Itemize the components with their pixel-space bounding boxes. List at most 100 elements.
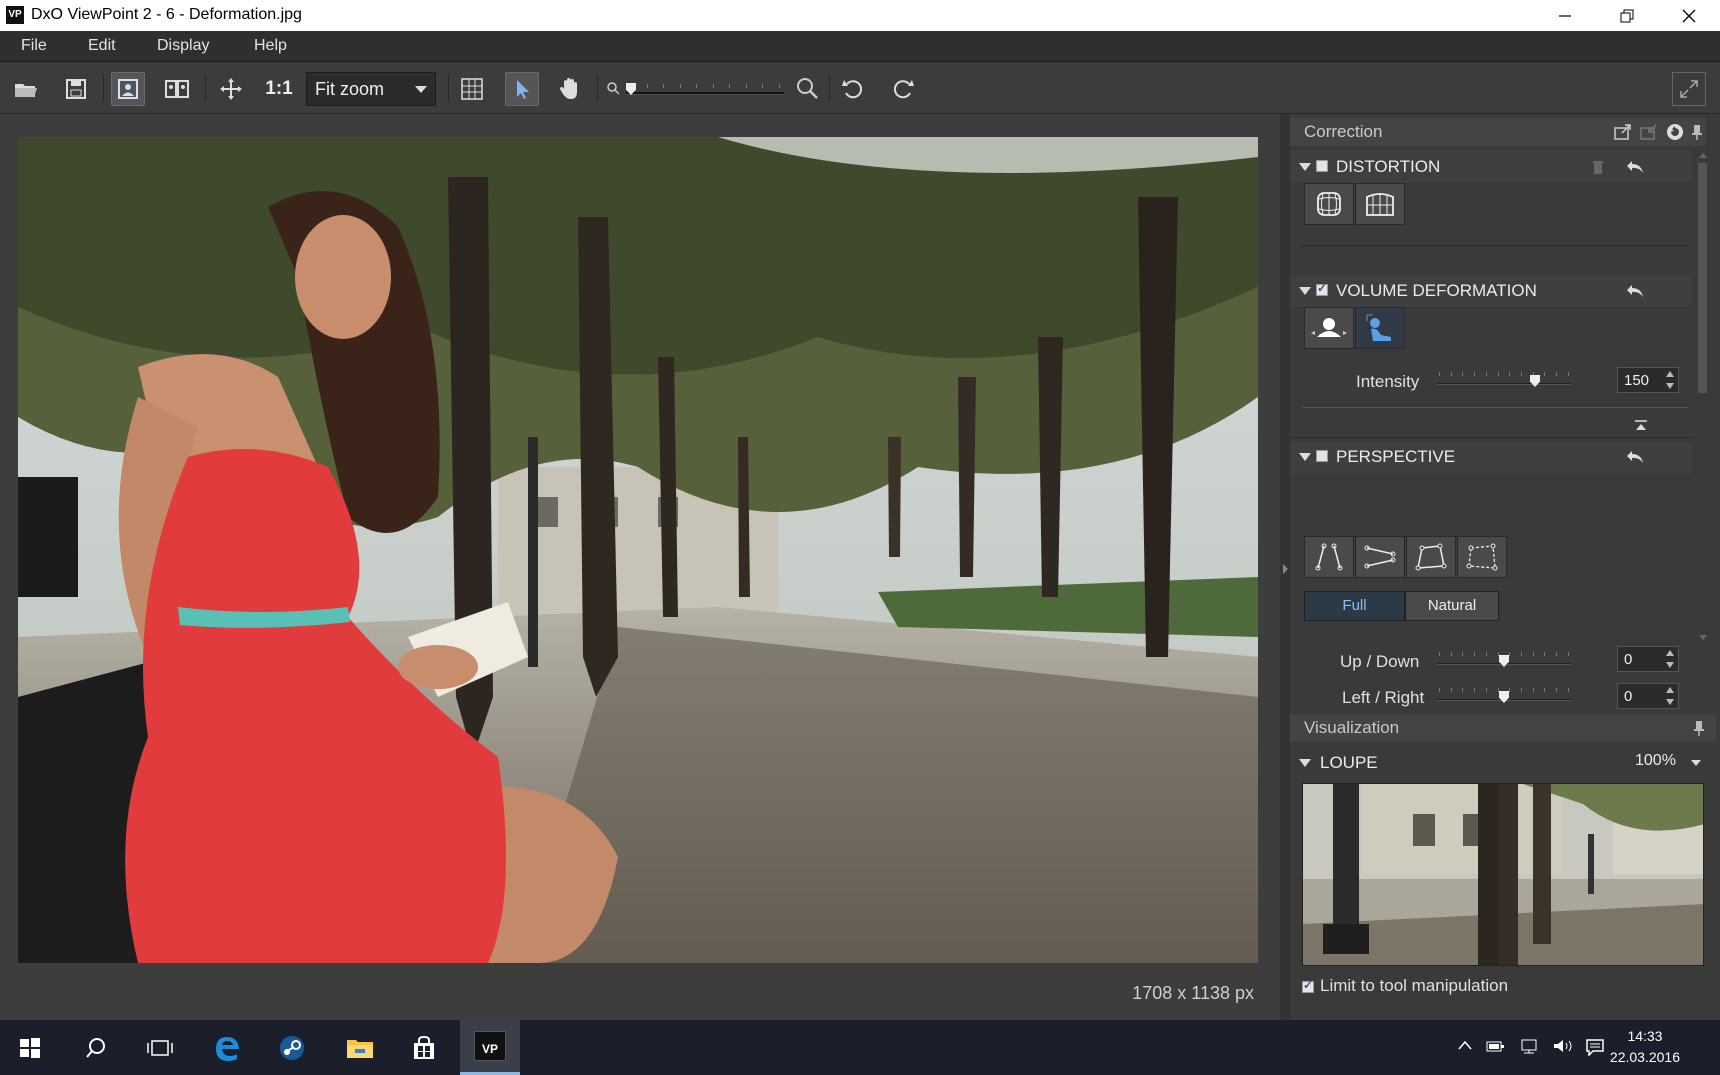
volume-deformation-section-header[interactable]: VOLUME DEFORMATION [1290, 275, 1692, 307]
scrollbar-thumb[interactable] [1698, 163, 1707, 393]
save-button[interactable] [59, 72, 93, 106]
perspective-rectangle-button[interactable] [1406, 536, 1456, 578]
intensity-spinbox[interactable]: 150 [1617, 367, 1679, 393]
compare-view-button[interactable] [160, 72, 194, 106]
zoom-in-icon[interactable] [795, 76, 819, 100]
select-tool-button[interactable] [505, 72, 539, 106]
perspective-eight-point-button[interactable] [1457, 536, 1507, 578]
volume-cylindrical-button[interactable] [1304, 307, 1354, 349]
perspective-horizontal-button[interactable] [1355, 536, 1405, 578]
left-right-spinbox[interactable]: 0 [1617, 683, 1679, 709]
chevron-right-icon[interactable] [1281, 563, 1289, 575]
undo-button[interactable] [836, 72, 870, 106]
toolbar-separator [205, 74, 206, 102]
reset-arrow-icon[interactable] [1626, 283, 1644, 299]
volume-icon[interactable] [1552, 1038, 1574, 1054]
menu-edit[interactable]: Edit [88, 37, 116, 55]
viewpoint-taskbar-button[interactable]: VP [460, 1020, 520, 1075]
zoom-out-icon[interactable] [606, 81, 620, 95]
left-right-slider[interactable] [1437, 688, 1571, 708]
zoom-select[interactable]: Fit zoom [306, 72, 436, 106]
open-button[interactable] [9, 72, 43, 106]
zoom-slider[interactable] [626, 83, 784, 96]
pin-icon[interactable] [1692, 124, 1702, 140]
spin-down-icon[interactable] [1666, 699, 1674, 705]
menu-display[interactable]: Display [157, 37, 209, 55]
menu-file[interactable]: File [21, 37, 47, 55]
network-icon[interactable] [1520, 1038, 1540, 1054]
fullscreen-button[interactable] [1672, 72, 1706, 106]
chevron-down-icon[interactable] [1690, 759, 1702, 767]
hand-tool-button[interactable] [552, 72, 586, 106]
minimize-button[interactable] [1534, 0, 1596, 31]
zoom-slider-track [626, 92, 784, 95]
up-down-spinbox[interactable]: 0 [1617, 646, 1679, 672]
export-icon[interactable] [1614, 124, 1632, 140]
system-clock[interactable]: 14:33 22.03.2016 [1610, 1026, 1680, 1068]
notification-icon[interactable] [1585, 1038, 1605, 1056]
trash-icon[interactable] [1592, 159, 1604, 175]
search-button[interactable] [66, 1020, 126, 1075]
limit-to-tool-label[interactable]: Limit to tool manipulation [1320, 976, 1508, 996]
loupe-section-header[interactable]: LOUPE 100% [1290, 747, 1716, 779]
file-explorer-button[interactable] [330, 1020, 390, 1075]
move-button[interactable] [214, 72, 248, 106]
toolbar-separator [103, 74, 104, 102]
zoom-100-button[interactable]: 1:1 [262, 72, 296, 106]
scroll-up-icon[interactable] [1698, 151, 1708, 159]
perspective-checkbox[interactable] [1316, 450, 1328, 462]
panel-splitter[interactable] [1280, 115, 1290, 1020]
correction-scrollbar[interactable] [1695, 147, 1710, 647]
collapse-triangle-icon[interactable] [1299, 453, 1311, 461]
reset-all-icon[interactable] [1666, 123, 1684, 141]
edge-button[interactable] [197, 1020, 257, 1075]
distortion-auto-button[interactable] [1304, 183, 1354, 225]
loupe-preview[interactable] [1302, 783, 1704, 966]
intensity-slider[interactable] [1437, 372, 1571, 392]
pin-icon[interactable] [1694, 720, 1704, 736]
collapse-triangle-icon[interactable] [1299, 163, 1311, 171]
reset-arrow-icon[interactable] [1626, 449, 1644, 465]
distortion-anamorphic-button[interactable] [1355, 183, 1405, 225]
menu-help[interactable]: Help [254, 37, 287, 55]
spin-up-icon[interactable] [1666, 371, 1674, 377]
start-button[interactable] [0, 1020, 60, 1075]
perspective-vertical-button[interactable] [1304, 536, 1354, 578]
loupe-zoom-value[interactable]: 100% [1635, 752, 1676, 770]
perspective-mode-natural[interactable]: Natural [1405, 591, 1499, 621]
volume-deformation-checkbox[interactable] [1316, 281, 1328, 296]
spin-up-icon[interactable] [1666, 687, 1674, 693]
battery-icon[interactable] [1486, 1038, 1506, 1054]
spin-up-icon[interactable] [1666, 650, 1674, 656]
chevron-up-icon[interactable] [1458, 1040, 1472, 1050]
import-icon[interactable] [1640, 124, 1658, 140]
up-down-slider-thumb[interactable] [1499, 655, 1509, 667]
steam-button[interactable] [262, 1020, 322, 1075]
intensity-slider-thumb[interactable] [1530, 375, 1540, 387]
left-right-slider-thumb[interactable] [1499, 691, 1509, 703]
single-view-button[interactable] [111, 72, 145, 106]
window-title: DxO ViewPoint 2 - 6 - Deformation.jpg [31, 6, 302, 23]
menu-bar: File Edit Display Help [0, 31, 1720, 62]
photo-preview[interactable] [18, 137, 1258, 963]
collapse-up-icon[interactable] [1634, 420, 1648, 432]
collapse-triangle-icon[interactable] [1299, 759, 1311, 767]
volume-spherical-button[interactable] [1355, 307, 1405, 349]
collapse-triangle-icon[interactable] [1299, 287, 1311, 295]
reset-arrow-icon[interactable] [1626, 159, 1644, 175]
store-button[interactable] [394, 1020, 454, 1075]
redo-button[interactable] [886, 72, 920, 106]
spin-down-icon[interactable] [1666, 383, 1674, 389]
perspective-section-header[interactable]: PERSPECTIVE [1290, 441, 1692, 473]
perspective-mode-full[interactable]: Full [1304, 591, 1405, 621]
task-view-button[interactable] [130, 1020, 190, 1075]
scroll-down-icon[interactable] [1698, 634, 1708, 642]
limit-to-tool-checkbox[interactable] [1302, 978, 1314, 993]
grid-button[interactable] [455, 72, 489, 106]
up-down-slider[interactable] [1437, 652, 1571, 672]
close-button[interactable] [1658, 0, 1720, 31]
restore-button[interactable] [1596, 0, 1658, 31]
spin-down-icon[interactable] [1666, 662, 1674, 668]
distortion-checkbox[interactable] [1316, 160, 1328, 172]
distortion-section-header[interactable]: DISTORTION [1290, 151, 1692, 183]
